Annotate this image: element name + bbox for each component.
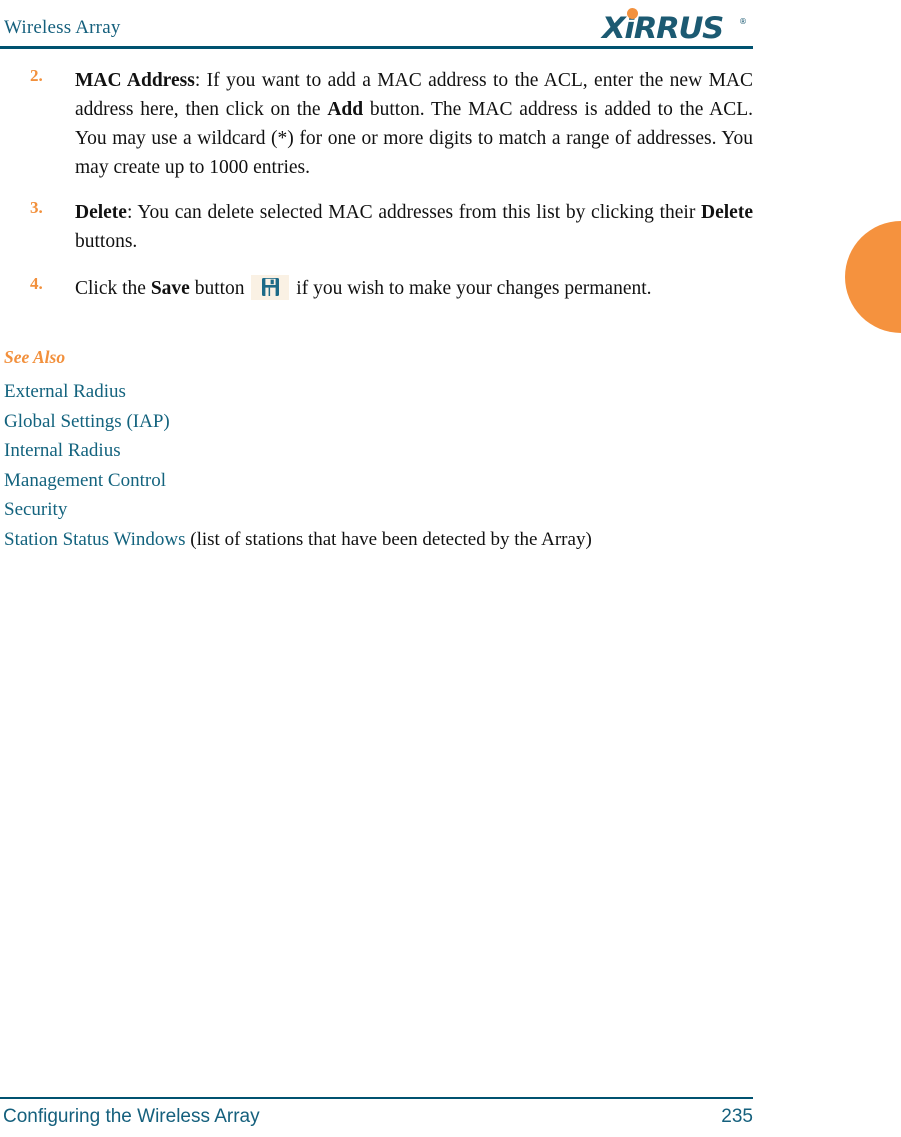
xirrus-logo: XiRRUS ® [602,6,752,44]
registered-trademark-icon: ® [739,17,747,26]
step4-body-1: Click the [75,278,151,299]
see-also-link-global-settings-iap[interactable]: Global Settings (IAP) [4,407,790,437]
header-divider [0,46,753,49]
see-also-link-management-control[interactable]: Management Control [4,466,790,496]
term-add-button: Add [327,99,364,120]
term-mac-address: MAC Address [75,70,195,91]
see-also-link-station-status-windows[interactable]: Station Status Windows [4,529,186,550]
footer-page-number: 235 [721,1106,753,1127]
footer-divider [0,1097,753,1099]
page-header: Wireless Array XiRRUS ® [0,0,901,52]
term-delete-button: Delete [701,202,753,223]
see-also-note: (list of stations that have been detecte… [185,528,592,550]
logo-wordmark: XiRRUS [602,11,724,45]
step4-body-3: if you wish to make your changes permane… [291,278,652,299]
see-also-link-internal-radius[interactable]: Internal Radius [4,436,790,466]
page-title: Wireless Array [4,17,121,38]
page-footer: Configuring the Wireless Array 235 [0,1085,901,1137]
list-item: 4. Click the Save button if you wish to … [0,274,790,303]
see-also-row-station-status-windows: Station Status Windows (list of stations… [4,525,790,555]
save-floppy-icon [251,275,290,300]
step4-body-2: button [189,278,250,299]
step3-body-1: : You can delete selected MAC addresses … [126,202,702,223]
see-also-section: See Also External Radius Global Settings… [0,347,790,554]
list-item-text: MAC Address: If you want to add a MAC ad… [75,66,753,182]
list-item: 3. Delete: You can delete selected MAC a… [0,198,790,256]
see-also-link-security[interactable]: Security [4,495,790,525]
chapter-tab-marker [845,221,901,333]
step3-body-2: buttons. [75,231,138,252]
document-body: 2. MAC Address: If you want to add a MAC… [0,52,790,554]
list-item: 2. MAC Address: If you want to add a MAC… [0,66,790,182]
list-item-number: 4. [30,274,43,293]
see-also-link-external-radius[interactable]: External Radius [4,377,790,407]
footer-chapter-title: Configuring the Wireless Array [3,1106,260,1127]
logo-dot-icon [627,8,638,19]
list-item-number: 3. [30,198,43,217]
see-also-heading: See Also [4,347,66,367]
term-delete: Delete [75,202,127,223]
list-item-number: 2. [30,66,43,85]
term-save-button: Save [150,278,190,299]
list-item-text: Delete: You can delete selected MAC addr… [75,198,753,256]
list-item-text: Click the Save button if you wish to mak… [75,274,753,303]
